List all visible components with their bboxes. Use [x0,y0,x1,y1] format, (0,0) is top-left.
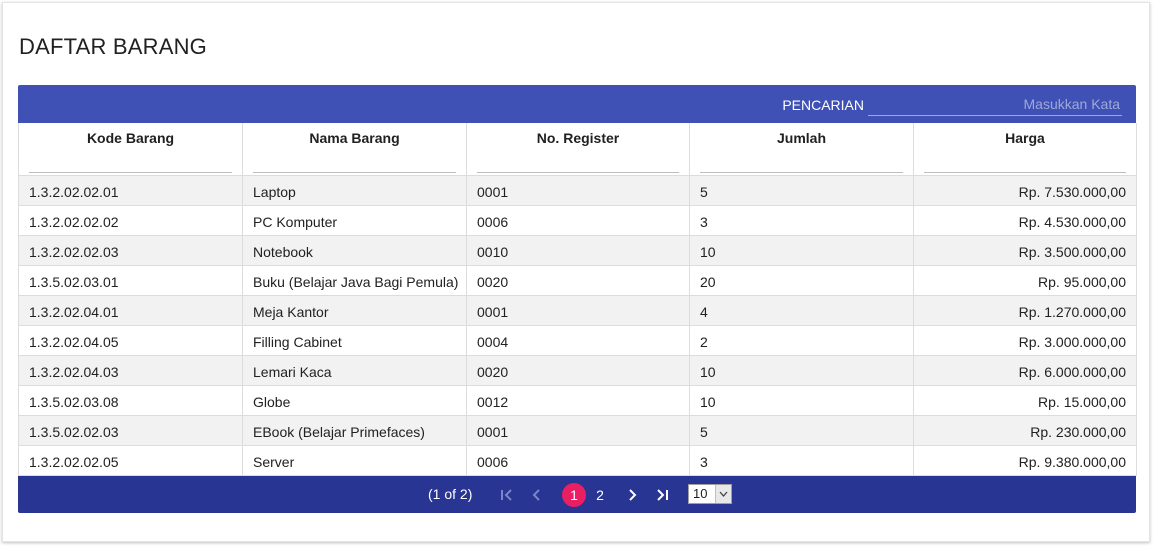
table-cell: Rp. 230.000,00 [913,414,1137,446]
prev-page-icon[interactable] [526,484,548,506]
table-cell: 1.3.2.02.04.01 [18,294,243,326]
next-page-icon[interactable] [621,484,643,506]
table-cell: 5 [689,414,914,446]
table-cell: 1.3.2.02.04.03 [18,354,243,386]
page-button-1[interactable]: 1 [562,482,586,507]
page-report: (1 of 2) [428,485,473,502]
table-cell: Rp. 3.000.000,00 [913,324,1137,356]
table-cell: 0006 [466,444,690,476]
datatable: PENCARIAN Kode Barang Nama Barang No. Regi… [18,85,1137,513]
column-title: Nama Barang [309,130,400,146]
table-cell: 0001 [466,174,690,206]
chevron-down-icon [715,484,731,503]
table-row[interactable]: 1.3.2.02.04.01 Meja Kantor 0001 4 Rp. 1.270.… [18,294,1137,326]
table-cell: 0010 [466,234,690,266]
table-cell: 0006 [466,204,690,236]
table-header-row: Kode Barang Nama Barang No. Register Jumlah… [18,123,1137,176]
table-cell: 0004 [466,324,690,356]
table-cell: 1.3.5.02.02.03 [18,414,243,446]
first-page-icon[interactable] [496,484,518,506]
column-header: No. Register [466,123,690,176]
table-cell: 10 [689,234,914,266]
table-cell: Meja Kantor [242,294,467,326]
table-cell: 0012 [466,384,690,416]
table-cell: 1.3.2.02.02.03 [18,234,243,266]
table-cell: 1.3.5.02.03.01 [18,264,243,296]
table-cell: Rp. 3.500.000,00 [913,234,1137,266]
table-cell: 1.3.2.02.02.01 [18,174,243,206]
column-title: Kode Barang [86,130,175,146]
column-filter-input[interactable] [700,153,903,173]
table-cell: Server [242,444,467,476]
column-filter-input[interactable] [477,153,679,173]
table-cell: 0020 [466,264,690,296]
column-filter-input[interactable] [29,153,232,173]
table-cell: Rp. 6.000.000,00 [913,354,1137,386]
table-row[interactable]: 1.3.2.02.02.03 Notebook 0010 10 Rp. 3.500.00… [18,234,1137,266]
table-cell: Filling Cabinet [242,324,467,356]
table-cell: Rp. 95.000,00 [913,264,1137,296]
page-title: DAFTAR BARANG [19,34,207,59]
table-cell: 0001 [466,414,690,446]
search-input[interactable] [868,94,1122,116]
data-table: Kode Barang Nama Barang No. Register Jumlah… [18,123,1137,476]
table-cell: Laptop [242,174,467,206]
table-cell: 1.3.2.02.02.05 [18,444,243,476]
table-row[interactable]: 1.3.5.02.02.03 EBook (Belajar Primefaces)… [18,414,1137,446]
table-row[interactable]: 1.3.5.02.03.01 Buku (Belajar Java Bagi Pe… [18,264,1137,296]
table-cell: 1.3.2.02.04.05 [18,324,243,356]
table-cell: 3 [689,444,914,476]
page-button-2[interactable]: 2 [588,483,612,507]
table-row[interactable]: 1.3.2.02.04.03 Lemari Kaca 0020 10 Rp. 6.000… [18,354,1137,386]
table-cell: 0001 [466,294,690,326]
table-cell: Lemari Kaca [242,354,467,386]
column-filter-input[interactable] [253,153,456,173]
column-header: Nama Barang [242,123,467,176]
table-row[interactable]: 1.3.2.02.04.05 Filling Cabinet 0004 2 Rp. 3.… [18,324,1137,356]
table-row[interactable]: 1.3.5.02.03.08 Globe 0012 10 Rp. 15.000,00 [18,384,1137,416]
column-header: Kode Barang [18,123,243,176]
table-cell: 0020 [466,354,690,386]
table-body: 1.3.2.02.02.01 Laptop 0001 5 Rp. 7.530.000,0… [18,174,1137,476]
column-title: No. Register [536,130,620,146]
column-title: Harga [1005,130,1045,146]
paginator: (1 of 2) 1 2 10 [18,475,1136,513]
column-header: Harga [913,123,1137,176]
column-header: Jumlah [689,123,914,176]
table-row[interactable]: 1.3.2.02.02.01 Laptop 0001 5 Rp. 7.530.000,0… [18,174,1137,206]
table-cell: 2 [689,324,914,356]
search-label: PENCARIAN [782,97,864,113]
table-cell: 5 [689,174,914,206]
table-cell: 10 [689,354,914,386]
card-panel: DAFTAR BARANG PENCARIAN Kode Barang Nama … [2,2,1150,542]
last-page-icon[interactable] [651,484,673,506]
datatable-header: PENCARIAN [18,85,1136,123]
rows-per-page-select[interactable]: 10 [688,483,732,504]
table-cell: Rp. 1.270.000,00 [913,294,1137,326]
table-row[interactable]: 1.3.2.02.02.02 PC Komputer 0006 3 Rp. 4.530.… [18,204,1137,236]
table-cell: Rp. 15.000,00 [913,384,1137,416]
rows-per-page-value: 10 [693,486,708,501]
table-cell: 4 [689,294,914,326]
table-row[interactable]: 1.3.2.02.02.05 Server 0006 3 Rp. 9.380.000,0… [18,444,1137,476]
table-cell: Rp. 7.530.000,00 [913,174,1137,206]
table-cell: Rp. 9.380.000,00 [913,444,1137,476]
table-cell: Globe [242,384,467,416]
table-cell: EBook (Belajar Primefaces) [242,414,467,446]
table-cell: Buku (Belajar Java Bagi Pemula) [242,264,467,296]
table-cell: 1.3.5.02.03.08 [18,384,243,416]
column-filter-input[interactable] [924,153,1126,173]
table-cell: Notebook [242,234,467,266]
table-cell: 1.3.2.02.02.02 [18,204,243,236]
table-cell: Rp. 4.530.000,00 [913,204,1137,236]
table-cell: 20 [689,264,914,296]
table-cell: PC Komputer [242,204,467,236]
table-cell: 10 [689,384,914,416]
column-title: Jumlah [776,130,826,146]
table-cell: 3 [689,204,914,236]
